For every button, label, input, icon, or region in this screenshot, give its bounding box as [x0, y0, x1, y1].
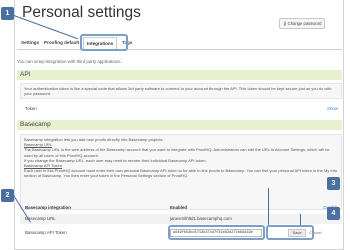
- callout-badge-2: 2: [1, 189, 14, 202]
- basecamp-heading: Basecamp: [20, 121, 51, 128]
- api-description-box: Your authentication token is like a spec…: [20, 83, 342, 99]
- callout-4-pointer: [300, 214, 301, 225]
- change-password-label: Change password: [287, 21, 322, 26]
- basecamp-table-header: Basecamp integration Enabled Disable: [20, 203, 342, 213]
- api-heading: API: [20, 71, 31, 78]
- save-cancel-highlight: [266, 225, 314, 240]
- callout-3-pointer: [268, 188, 269, 225]
- callout-badge-1: 1: [1, 7, 14, 20]
- basecamp-url-description: The Basecamp URL is the web address of t…: [24, 147, 330, 158]
- basecamp-token-label: Basecamp API Token: [25, 230, 67, 235]
- api-description: Your authentication token is like a spec…: [24, 86, 332, 97]
- page-title: Personal settings: [22, 4, 141, 21]
- show-token-link[interactable]: Show: [327, 104, 338, 114]
- basecamp-url-value: janesmithltd1.basecamphq.com: [170, 216, 232, 221]
- basecamp-url-row: Basecamp URL janesmithltd1.basecamphq.co…: [20, 214, 342, 224]
- api-token-label: Token: [25, 106, 37, 111]
- basecamp-section-heading: Basecamp: [17, 120, 342, 130]
- integrations-tab-highlight: [80, 34, 128, 51]
- key-icon: ⚷: [283, 21, 287, 27]
- change-password-button[interactable]: ⚷Change password: [279, 18, 326, 29]
- basecamp-description-box: Basecamp integration lets you add new pr…: [20, 134, 342, 210]
- api-token-row: Token Show: [20, 104, 342, 114]
- basecamp-enabled-status: Enabled: [170, 205, 188, 210]
- basecamp-token-description: Each user in this ProofHQ account must e…: [24, 168, 338, 179]
- tab-proofing-default[interactable]: Proofing default: [44, 40, 79, 45]
- basecamp-description: Basecamp integration lets you add new pr…: [21, 135, 341, 181]
- tab-settings[interactable]: Settings: [21, 40, 39, 45]
- callout-badge-4: 4: [327, 207, 340, 220]
- tab-bar: Settings Proofing default Integrations T…: [17, 37, 342, 50]
- basecamp-integration-header: Basecamp integration: [25, 205, 71, 210]
- page-subtitle: You can setup integration with third par…: [17, 59, 122, 64]
- token-input-highlight: [168, 225, 265, 240]
- callout-badge-3: 3: [327, 177, 340, 190]
- api-section-heading: API: [17, 70, 342, 80]
